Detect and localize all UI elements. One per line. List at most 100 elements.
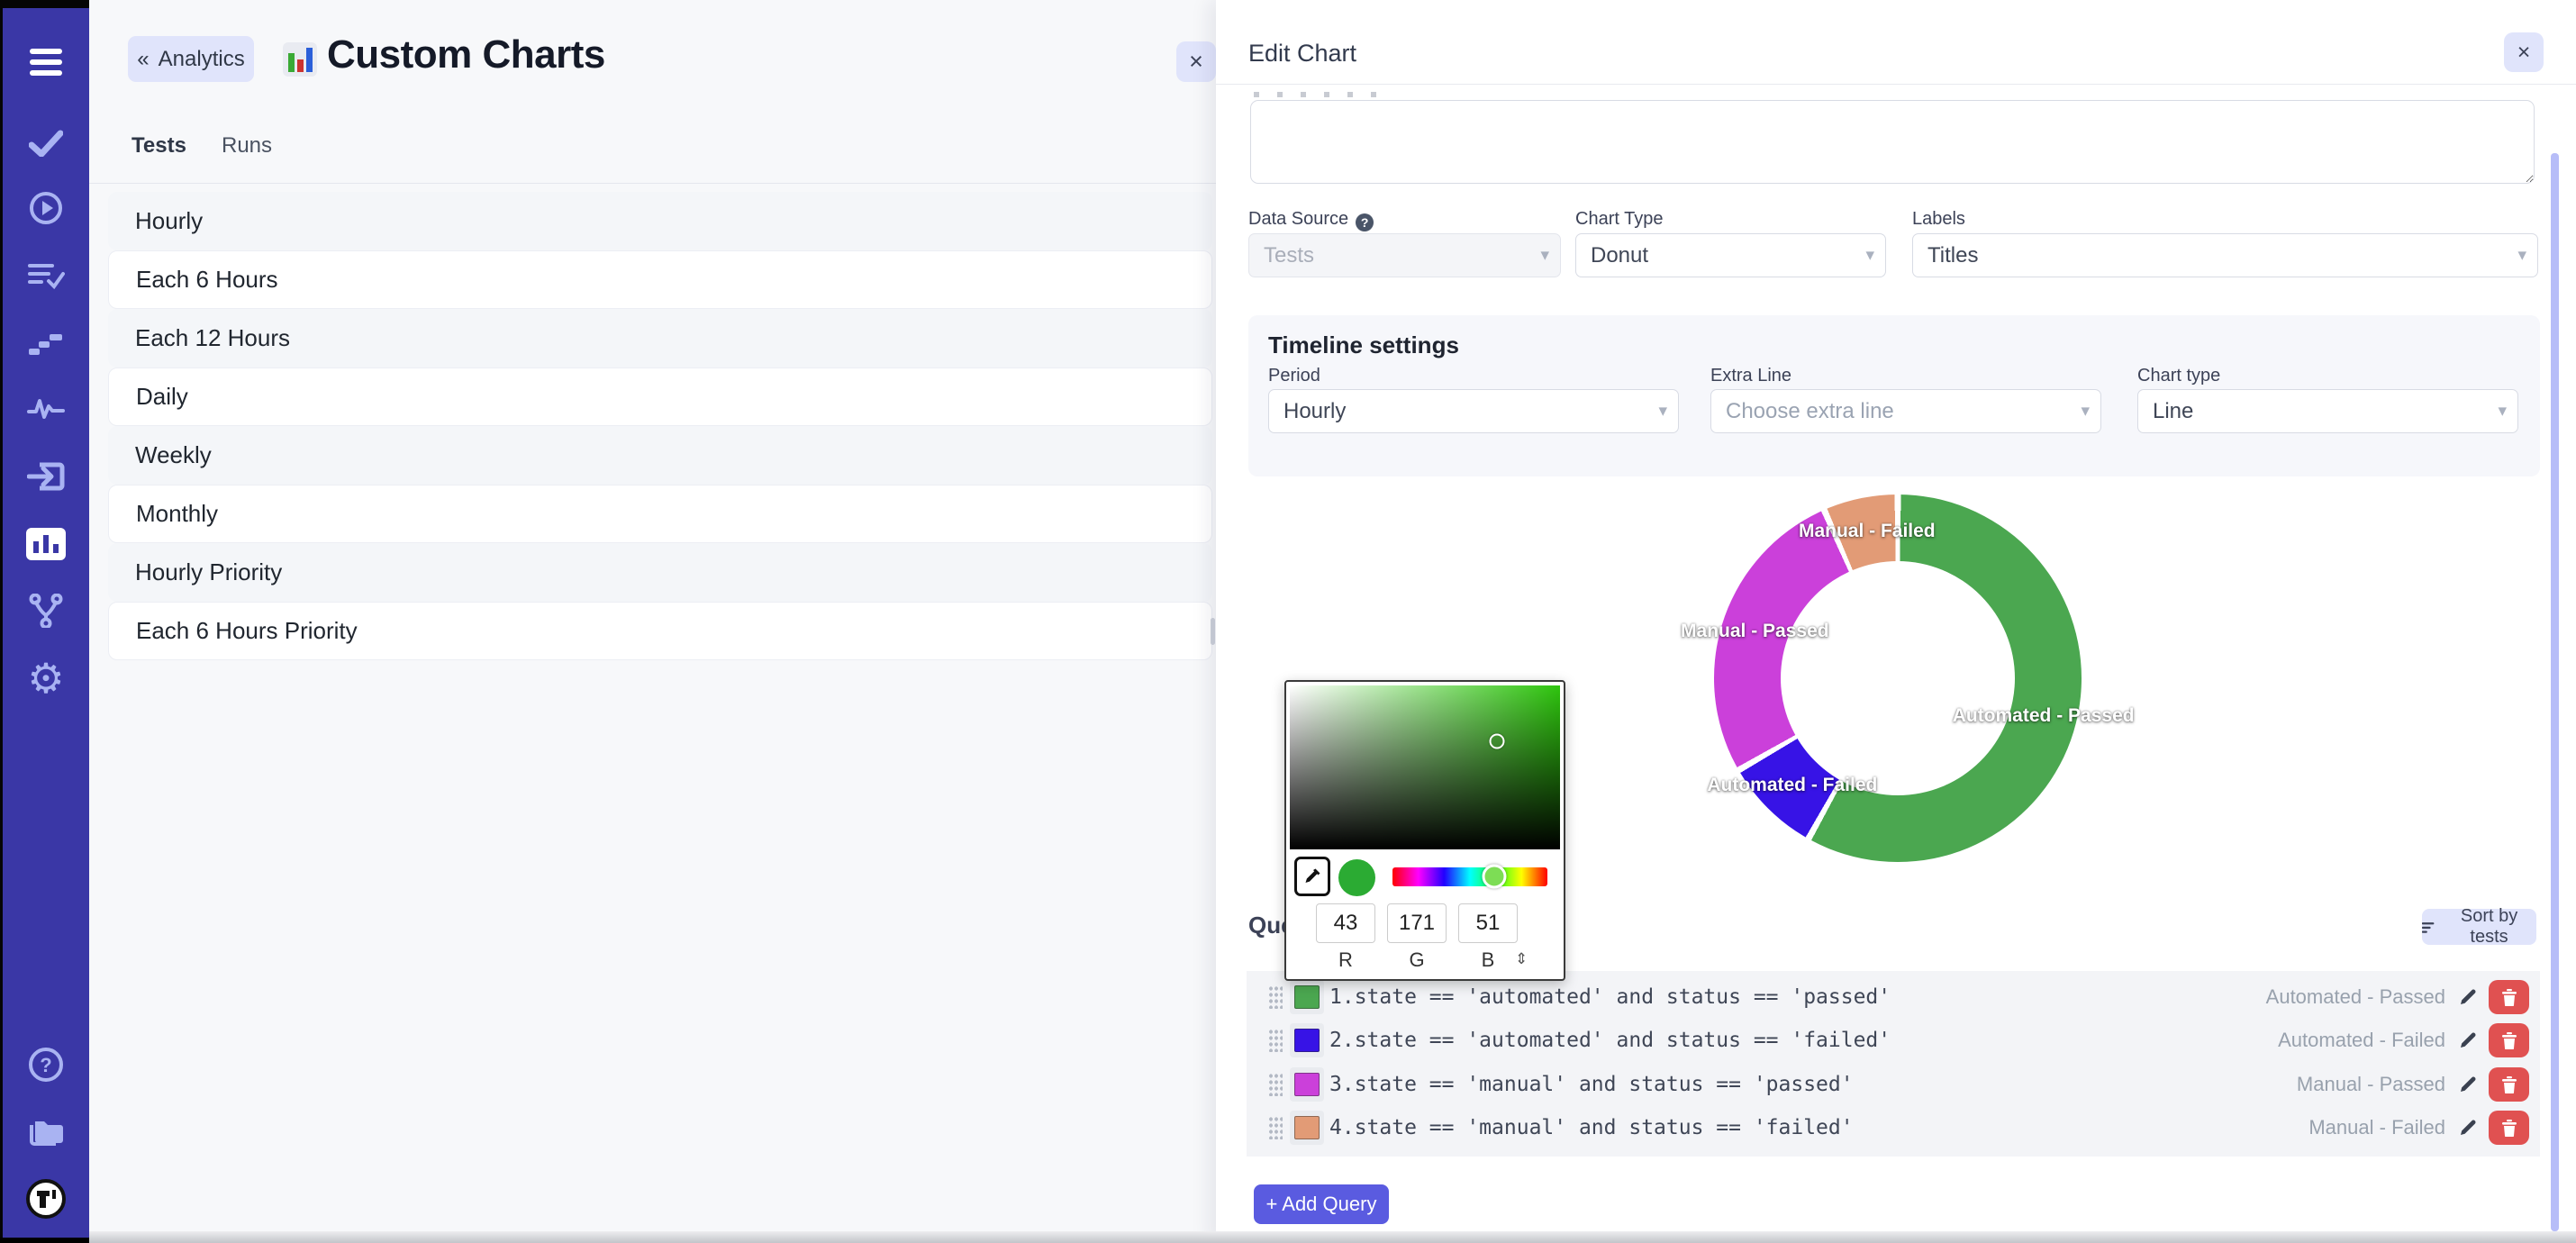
period-select[interactable]: Hourly▾: [1268, 389, 1679, 433]
saturation-cursor[interactable]: [1490, 734, 1505, 749]
chevron-down-icon: ▾: [1658, 401, 1667, 422]
sign-in-icon[interactable]: [3, 455, 89, 498]
list-scrollbar[interactable]: [1211, 618, 1215, 645]
chevron-down-icon: ▾: [1865, 245, 1874, 266]
edit-query-button[interactable]: [2458, 1030, 2478, 1050]
panel-scrollbar[interactable]: [2551, 153, 2559, 1231]
delete-query-button[interactable]: [2489, 980, 2529, 1014]
timeline-chart-type-select[interactable]: Line▾: [2137, 389, 2518, 433]
eyedropper-button[interactable]: [1294, 857, 1330, 896]
steps-icon[interactable]: [3, 322, 89, 365]
close-edit-chart-button[interactable]: ×: [2504, 32, 2544, 72]
blue-label: B: [1458, 948, 1518, 972]
chevron-down-icon: ▾: [2498, 401, 2507, 422]
period-label: Period: [1268, 366, 1320, 386]
selected-color-swatch: [1338, 859, 1375, 896]
trash-icon: [2502, 1032, 2517, 1049]
labels-select[interactable]: Titles▾: [1912, 233, 2538, 277]
activity-icon[interactable]: [3, 387, 89, 431]
red-label: R: [1316, 948, 1375, 972]
chart-description-textarea[interactable]: [1250, 100, 2535, 184]
drag-handle-icon[interactable]: [1268, 985, 1283, 1009]
eyedropper-icon: [1302, 866, 1322, 886]
list-item[interactable]: Each 12 Hours: [108, 309, 1212, 367]
chevron-down-icon: ▾: [1540, 245, 1549, 266]
help-icon[interactable]: ?: [3, 1043, 89, 1086]
delete-query-button[interactable]: [2489, 1111, 2529, 1145]
query-row: 4.state == 'manual' and status == 'faile…: [1247, 1106, 2540, 1149]
extra-line-select[interactable]: Choose extra line▾: [1710, 389, 2101, 433]
blue-input[interactable]: [1458, 903, 1518, 943]
bar-chart-icon[interactable]: [3, 522, 89, 566]
page-title: Custom Charts: [327, 32, 605, 77]
timeline-settings-section: Timeline settings Period Hourly▾ Extra L…: [1248, 315, 2540, 476]
trash-icon: [2502, 1120, 2517, 1137]
delete-query-button[interactable]: [2489, 1023, 2529, 1057]
drag-handle-icon[interactable]: [1268, 1029, 1283, 1052]
pencil-icon: [2458, 1118, 2478, 1138]
branch-icon[interactable]: [3, 589, 89, 632]
drag-handle-icon[interactable]: [1268, 1116, 1283, 1139]
color-swatch-button[interactable]: [1290, 980, 1324, 1014]
query-text: 1.state == 'automated' and status == 'pa…: [1329, 985, 1891, 1009]
chevron-left-icon: «: [137, 47, 149, 72]
tabs-divider: [89, 183, 1216, 184]
list-item[interactable]: Hourly: [108, 192, 1212, 250]
list-item[interactable]: Monthly: [108, 485, 1212, 543]
query-text: 4.state == 'manual' and status == 'faile…: [1329, 1116, 1854, 1139]
donut-segment-label: Automated - Passed: [1953, 705, 2135, 727]
list-check-icon[interactable]: [3, 254, 89, 297]
edit-query-button[interactable]: [2458, 1075, 2478, 1094]
help-circle-icon[interactable]: ?: [1356, 213, 1374, 231]
chevron-down-icon: ▾: [2517, 245, 2526, 266]
settings-gear-icon[interactable]: ⚙: [3, 657, 89, 700]
red-input[interactable]: [1316, 903, 1375, 943]
tab-tests[interactable]: Tests: [132, 133, 186, 159]
query-text: 2.state == 'automated' and status == 'fa…: [1329, 1029, 1891, 1052]
back-to-analytics-button[interactable]: « Analytics: [128, 36, 254, 82]
color-swatch-button[interactable]: [1290, 1023, 1324, 1057]
data-source-select[interactable]: Tests▾: [1248, 233, 1561, 277]
saturation-area[interactable]: [1290, 685, 1560, 849]
play-circle-icon[interactable]: [3, 186, 89, 230]
color-swatch: [1294, 1073, 1320, 1096]
delete-query-button[interactable]: [2489, 1067, 2529, 1102]
list-item[interactable]: Weekly: [108, 426, 1212, 485]
workspace-logo[interactable]: [3, 1177, 89, 1220]
trash-icon: [2502, 989, 2517, 1006]
sort-icon: [2422, 921, 2435, 933]
color-swatch: [1294, 1029, 1320, 1052]
chart-type-select[interactable]: Donut▾: [1575, 233, 1886, 277]
hue-slider-thumb[interactable]: [1483, 865, 1507, 889]
query-label: Manual - Passed: [2297, 1073, 2445, 1096]
check-icon[interactable]: [3, 122, 89, 165]
green-label: G: [1387, 948, 1447, 972]
timeline-settings-title: Timeline settings: [1268, 331, 1459, 359]
color-swatch-button[interactable]: [1290, 1111, 1324, 1145]
donut-chart-container: Automated - PassedAutomated - FailedManu…: [1714, 494, 2082, 862]
labels-label: Labels: [1912, 209, 1965, 230]
drag-handle-icon[interactable]: [1268, 1073, 1283, 1096]
pencil-icon: [2458, 1075, 2478, 1094]
hue-slider[interactable]: [1392, 867, 1547, 886]
color-swatch: [1294, 985, 1320, 1009]
list-item[interactable]: Each 6 Hours Priority: [108, 602, 1212, 660]
donut-chart[interactable]: [1714, 494, 2082, 862]
color-mode-toggle-icon[interactable]: ⇕: [1515, 950, 1528, 968]
edit-query-button[interactable]: [2458, 1118, 2478, 1138]
add-query-button[interactable]: + Add Query: [1254, 1184, 1389, 1224]
edit-query-button[interactable]: [2458, 987, 2478, 1007]
projects-folder-icon[interactable]: [3, 1111, 89, 1154]
sort-by-tests-button[interactable]: Sort by tests: [2422, 909, 2536, 945]
close-icon: ×: [1189, 48, 1203, 75]
list-item[interactable]: Each 6 Hours: [108, 250, 1212, 309]
list-item[interactable]: Daily: [108, 367, 1212, 426]
green-input[interactable]: [1387, 903, 1447, 943]
close-icon: ×: [2517, 40, 2531, 65]
color-swatch-button[interactable]: [1290, 1067, 1324, 1102]
header-divider: [1216, 84, 2576, 85]
menu-icon[interactable]: [3, 41, 89, 84]
close-panel-button[interactable]: ×: [1176, 41, 1216, 82]
list-item[interactable]: Hourly Priority: [108, 543, 1212, 602]
tab-runs[interactable]: Runs: [222, 133, 272, 159]
